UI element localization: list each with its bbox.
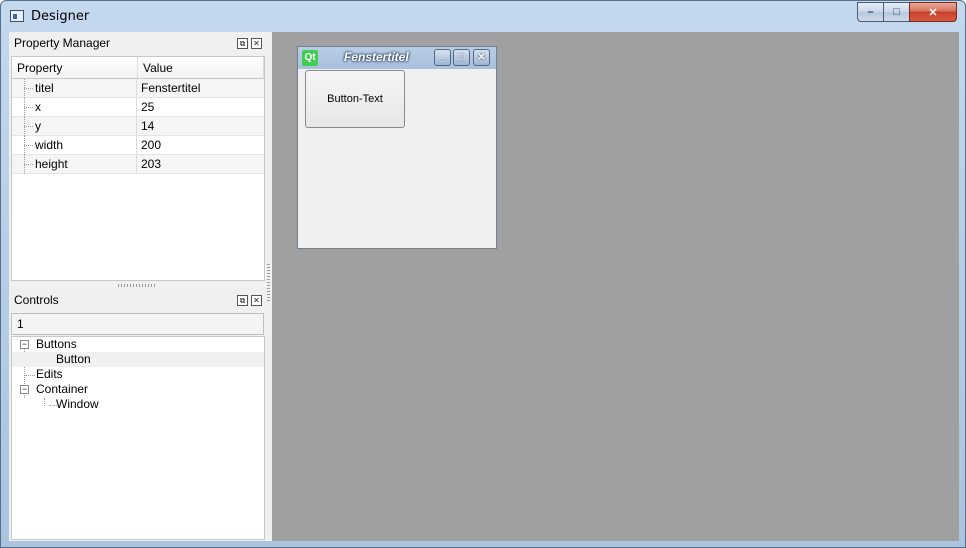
table-row[interactable]: height 203 <box>12 155 264 174</box>
subwindow-close-button[interactable]: ✕ <box>473 49 490 66</box>
designer-window: Designer – □ ✕ Property Manager ⧉ ✕ Prop… <box>0 0 966 548</box>
collapse-buttons-icon[interactable]: − <box>20 340 29 349</box>
controls-tree: − Buttons Button Edits − Container Windo… <box>11 336 265 540</box>
window-title: Designer <box>31 9 90 24</box>
vertical-splitter-handle[interactable] <box>266 32 271 541</box>
close-dock-icon[interactable]: ✕ <box>251 295 262 306</box>
app-window-icon <box>10 10 24 22</box>
property-table: Property Value titel Fenstertitel x 25 y… <box>11 56 265 281</box>
table-row[interactable]: x 25 <box>12 98 264 117</box>
property-manager-dock: Property Manager ⧉ ✕ Property Value tite… <box>10 32 265 282</box>
controls-search-input[interactable]: 1 <box>11 313 264 335</box>
property-name: titel <box>12 79 137 98</box>
property-value[interactable]: 14 <box>137 117 154 135</box>
table-row[interactable]: width 200 <box>12 136 264 155</box>
property-name: height <box>12 155 137 174</box>
property-value[interactable]: 25 <box>137 98 154 116</box>
minimize-button[interactable]: – <box>857 2 884 22</box>
column-header-value[interactable]: Value <box>138 57 264 78</box>
title-bar[interactable]: Designer – □ ✕ <box>1 1 965 32</box>
close-button[interactable]: ✕ <box>909 2 957 22</box>
tree-node-edits[interactable]: Edits <box>36 367 63 382</box>
column-header-property[interactable]: Property <box>12 57 138 78</box>
tree-guide-line <box>44 398 45 406</box>
subwindow-minimize-button[interactable]: _ <box>434 49 451 66</box>
property-name: y <box>12 117 137 136</box>
close-dock-icon[interactable]: ✕ <box>251 38 262 49</box>
client-area: Property Manager ⧉ ✕ Property Value tite… <box>9 32 959 541</box>
designed-push-button[interactable]: Button-Text <box>305 70 405 128</box>
controls-title: Controls <box>14 293 59 307</box>
tree-node-window[interactable]: Window <box>56 397 99 412</box>
property-name: width <box>12 136 137 155</box>
table-row[interactable]: y 14 <box>12 117 264 136</box>
property-rows: titel Fenstertitel x 25 y 14 width 200 h… <box>12 79 264 174</box>
property-manager-title: Property Manager <box>14 36 111 50</box>
property-manager-title-bar[interactable]: Property Manager ⧉ ✕ <box>10 32 265 54</box>
tree-node-button-highlight <box>12 352 264 367</box>
controls-title-bar[interactable]: Controls ⧉ ✕ <box>10 289 265 311</box>
property-value[interactable]: 200 <box>137 136 161 154</box>
tree-node-button[interactable]: Button <box>56 352 91 367</box>
mdi-workspace: Qt Fenstertitel _ □ ✕ Button-Text <box>272 32 959 541</box>
designed-window-title-bar[interactable]: Qt Fenstertitel _ □ ✕ <box>298 47 496 69</box>
tree-guide-line <box>25 375 35 376</box>
subwindow-maximize-button[interactable]: □ <box>453 49 470 66</box>
collapse-container-icon[interactable]: − <box>20 385 29 394</box>
float-dock-icon[interactable]: ⧉ <box>237 295 248 306</box>
float-dock-icon[interactable]: ⧉ <box>237 38 248 49</box>
tree-node-container[interactable]: Container <box>36 382 88 397</box>
designed-window[interactable]: Qt Fenstertitel _ □ ✕ Button-Text <box>297 46 497 249</box>
qt-logo-icon: Qt <box>302 50 318 66</box>
tree-node-buttons[interactable]: Buttons <box>36 337 77 352</box>
designed-window-title: Fenstertitel <box>344 50 409 64</box>
table-row[interactable]: titel Fenstertitel <box>12 79 264 98</box>
property-table-header: Property Value <box>12 57 264 79</box>
dock-splitter-handle[interactable] <box>10 282 265 289</box>
maximize-button[interactable]: □ <box>883 2 910 22</box>
controls-dock: Controls ⧉ ✕ 1 − Buttons Button Edits − <box>10 289 265 540</box>
property-value[interactable]: 203 <box>137 155 161 173</box>
property-value[interactable]: Fenstertitel <box>137 79 200 97</box>
property-name: x <box>12 98 137 117</box>
